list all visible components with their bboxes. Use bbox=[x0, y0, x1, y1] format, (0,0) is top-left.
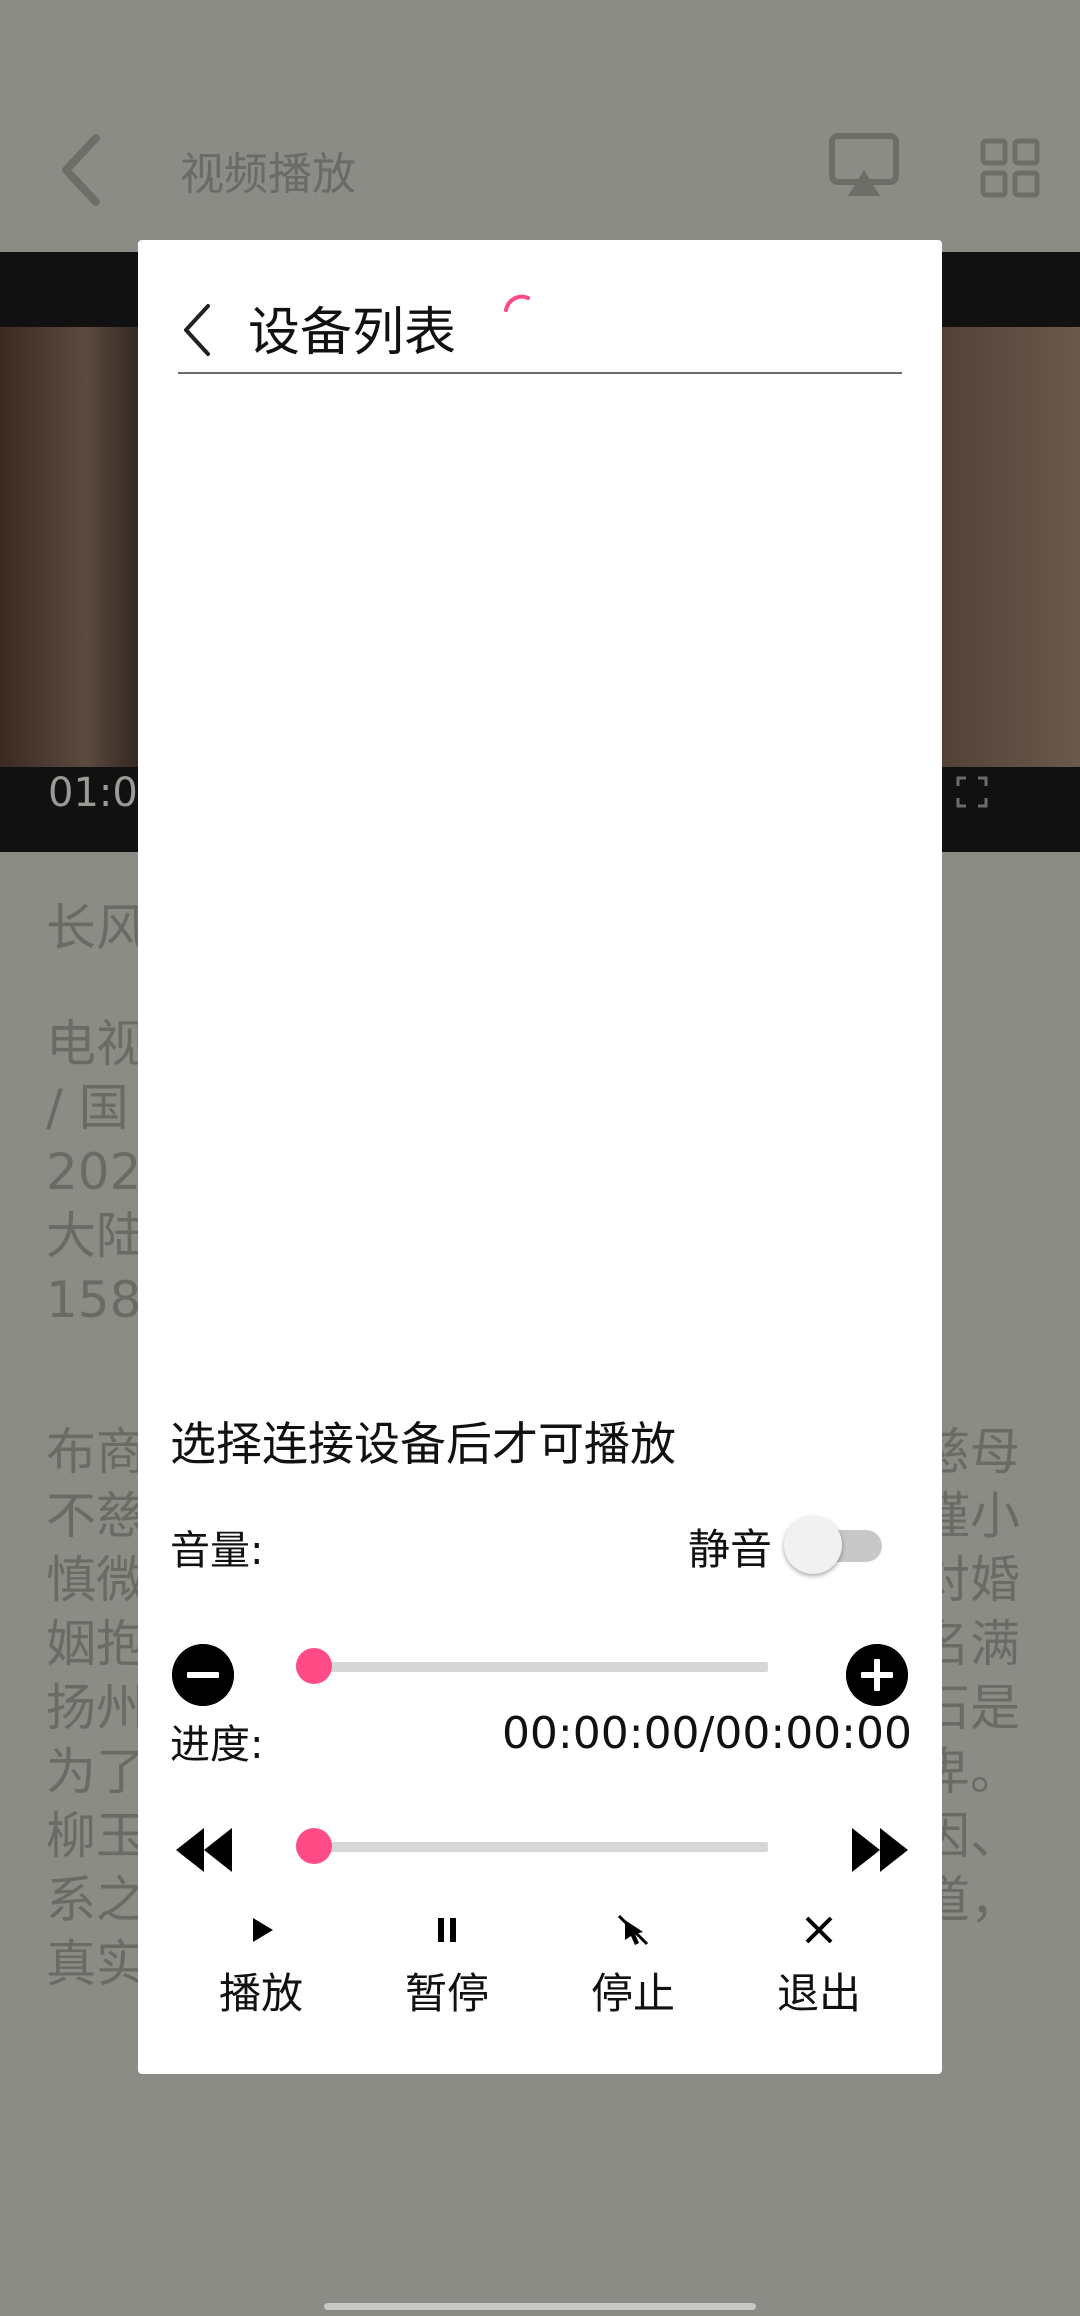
volume-slider[interactable] bbox=[288, 1644, 768, 1688]
grid-icon[interactable] bbox=[980, 138, 1040, 198]
mute-toggle[interactable] bbox=[784, 1516, 884, 1574]
desc-line: 慎微 bbox=[46, 1551, 146, 1609]
close-icon bbox=[805, 1916, 833, 1944]
app-toolbar: 视频播放 bbox=[0, 0, 1080, 252]
page-title: 视频播放 bbox=[180, 149, 356, 200]
toggle-knob bbox=[784, 1516, 842, 1574]
exit-label: 退出 bbox=[776, 1969, 861, 2018]
progress-thumb[interactable] bbox=[296, 1828, 332, 1864]
back-icon[interactable] bbox=[178, 298, 218, 362]
video-time: 01:0 bbox=[48, 770, 138, 816]
rewind-icon[interactable] bbox=[172, 1822, 236, 1878]
mute-label: 静音 bbox=[688, 1525, 773, 1574]
desc-line: 布商 bbox=[46, 1423, 146, 1481]
info-line: 202 bbox=[46, 1143, 142, 1201]
title-divider bbox=[178, 372, 902, 374]
progress-slider[interactable] bbox=[288, 1824, 768, 1868]
desc-line: 扬州 bbox=[46, 1679, 146, 1737]
fast-forward-icon[interactable] bbox=[848, 1822, 912, 1878]
progress-time: 00:00:00/00:00:00 bbox=[501, 1708, 912, 1759]
volume-thumb[interactable] bbox=[296, 1648, 332, 1684]
volume-track bbox=[296, 1662, 768, 1672]
info-line: 电视 bbox=[46, 1015, 146, 1073]
cast-icon[interactable] bbox=[828, 130, 900, 202]
info-line: 大陆 bbox=[46, 1207, 146, 1265]
pause-icon bbox=[438, 1918, 456, 1942]
stop-icon bbox=[617, 1914, 649, 1946]
desc-line: 柳玉 bbox=[46, 1807, 146, 1865]
play-label: 播放 bbox=[218, 1969, 303, 2018]
stop-button[interactable]: 停止 bbox=[573, 1910, 693, 2030]
progress-label: 进度: bbox=[170, 1722, 264, 1768]
volume-label: 音量: bbox=[170, 1528, 264, 1574]
fullscreen-icon[interactable] bbox=[956, 776, 988, 808]
dialog-title: 设备列表 bbox=[248, 303, 457, 363]
progress-track bbox=[296, 1842, 768, 1852]
pause-button[interactable]: 暂停 bbox=[387, 1910, 507, 2030]
desc-line: 不慈 bbox=[46, 1487, 146, 1545]
desc-line: 姻抱 bbox=[46, 1615, 146, 1673]
volume-up-icon[interactable] bbox=[846, 1644, 908, 1706]
exit-button[interactable]: 退出 bbox=[759, 1910, 879, 2030]
desc-line: 系之 bbox=[46, 1871, 146, 1929]
stop-label: 停止 bbox=[590, 1969, 675, 2018]
device-list-dialog: 设备列表 选择连接设备后才可播放 音量: 静音 进度: 00:00:00/00:… bbox=[138, 240, 942, 2074]
desc-line: 真实 bbox=[46, 1935, 146, 1993]
connect-hint: 选择连接设备后才可播放 bbox=[170, 1417, 676, 1471]
info-line: / 国 bbox=[46, 1079, 129, 1137]
play-button[interactable]: 播放 bbox=[201, 1910, 321, 2030]
info-line: 158 bbox=[46, 1271, 142, 1329]
back-arrow-icon[interactable] bbox=[52, 130, 112, 210]
pause-label: 暂停 bbox=[404, 1969, 489, 2018]
loading-spinner-icon bbox=[504, 294, 530, 312]
home-indicator[interactable] bbox=[324, 2303, 756, 2310]
desc-line: 为了 bbox=[46, 1743, 146, 1801]
show-title: 长风 bbox=[46, 899, 146, 957]
volume-down-icon[interactable] bbox=[172, 1644, 234, 1706]
play-icon bbox=[253, 1918, 273, 1942]
